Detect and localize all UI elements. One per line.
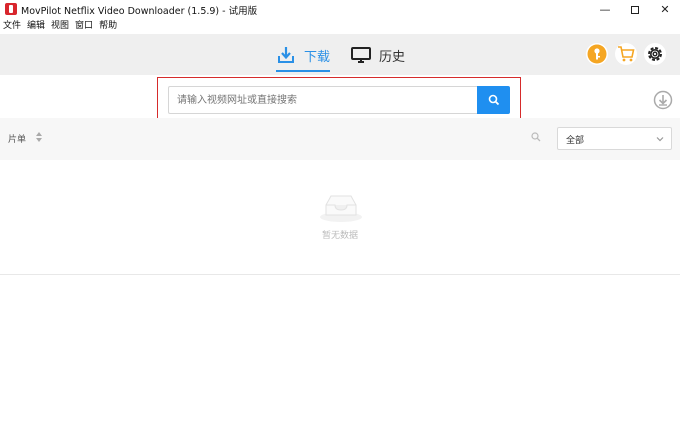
filter-select[interactable]: 全部 [557,127,672,150]
menu-bar: 文件 编辑 视图 窗口 帮助 [0,19,680,34]
search-button[interactable] [477,86,510,114]
cart-icon [618,46,635,62]
empty-state-text: 暂无数据 [321,231,358,241]
filter-select-value: 全部 [566,136,585,146]
video-url-search-input[interactable] [168,86,478,114]
tab-history[interactable]: 历史 [351,42,405,68]
app-logo-icon [5,3,17,15]
search-icon [488,94,499,106]
tab-bar: 下载 历史 [0,34,680,75]
menu-item-help[interactable]: 帮助 [96,19,120,34]
maximize-icon [631,5,639,14]
window-title: MovPilot Netflix Video Downloader (1.5.9… [21,6,258,17]
download-icon [278,47,294,63]
playlist-column-label: 片单 [8,135,27,145]
menu-item-file[interactable]: 文件 [0,19,24,34]
tab-download[interactable]: 下载 [276,42,330,68]
license-key-button[interactable] [586,43,608,65]
cart-button[interactable] [615,43,637,65]
list-header: 片单 全部 [0,118,680,160]
circle-download-icon [653,90,673,110]
gear-icon [648,47,662,61]
empty-state: 暂无数据 [0,160,680,275]
maximize-button[interactable] [620,0,650,19]
settings-button[interactable] [644,43,666,65]
monitor-icon [351,47,371,63]
download-queue-button[interactable] [653,90,673,110]
sort-icon[interactable] [35,131,43,143]
title-bar: MovPilot Netflix Video Downloader (1.5.9… [0,0,680,19]
filter-search-icon[interactable] [531,132,541,142]
empty-inbox-icon [320,195,362,222]
tab-history-label: 历史 [379,49,406,65]
key-icon [587,44,607,64]
chevron-down-icon [656,137,664,142]
menu-item-edit[interactable]: 编辑 [24,19,48,34]
menu-item-view[interactable]: 视图 [48,19,72,34]
tab-download-label: 下载 [304,49,331,65]
active-tab-indicator [276,70,330,72]
menu-item-window[interactable]: 窗口 [72,19,96,34]
minimize-button[interactable]: — [590,0,620,19]
close-button[interactable]: ✕ [650,0,680,19]
